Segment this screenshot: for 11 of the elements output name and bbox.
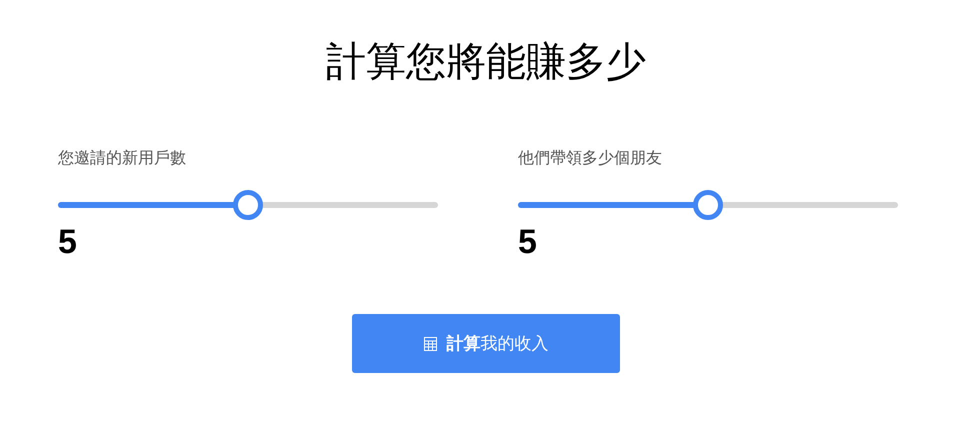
slider-thumb[interactable] [693,190,723,220]
slider-value: 5 [518,222,537,262]
calculate-button[interactable]: 計算我的收入 [352,314,620,373]
slider-thumb[interactable] [233,190,263,220]
page-title: 計算您將能賺多少 [326,38,646,87]
calculator-icon [424,336,436,350]
slider[interactable] [58,190,438,220]
slider-label: 您邀請的新用戶數 [58,147,187,169]
slider-label: 他們帶領多少個朋友 [518,147,663,169]
slider-value: 5 [58,222,77,262]
slider[interactable] [518,190,898,220]
